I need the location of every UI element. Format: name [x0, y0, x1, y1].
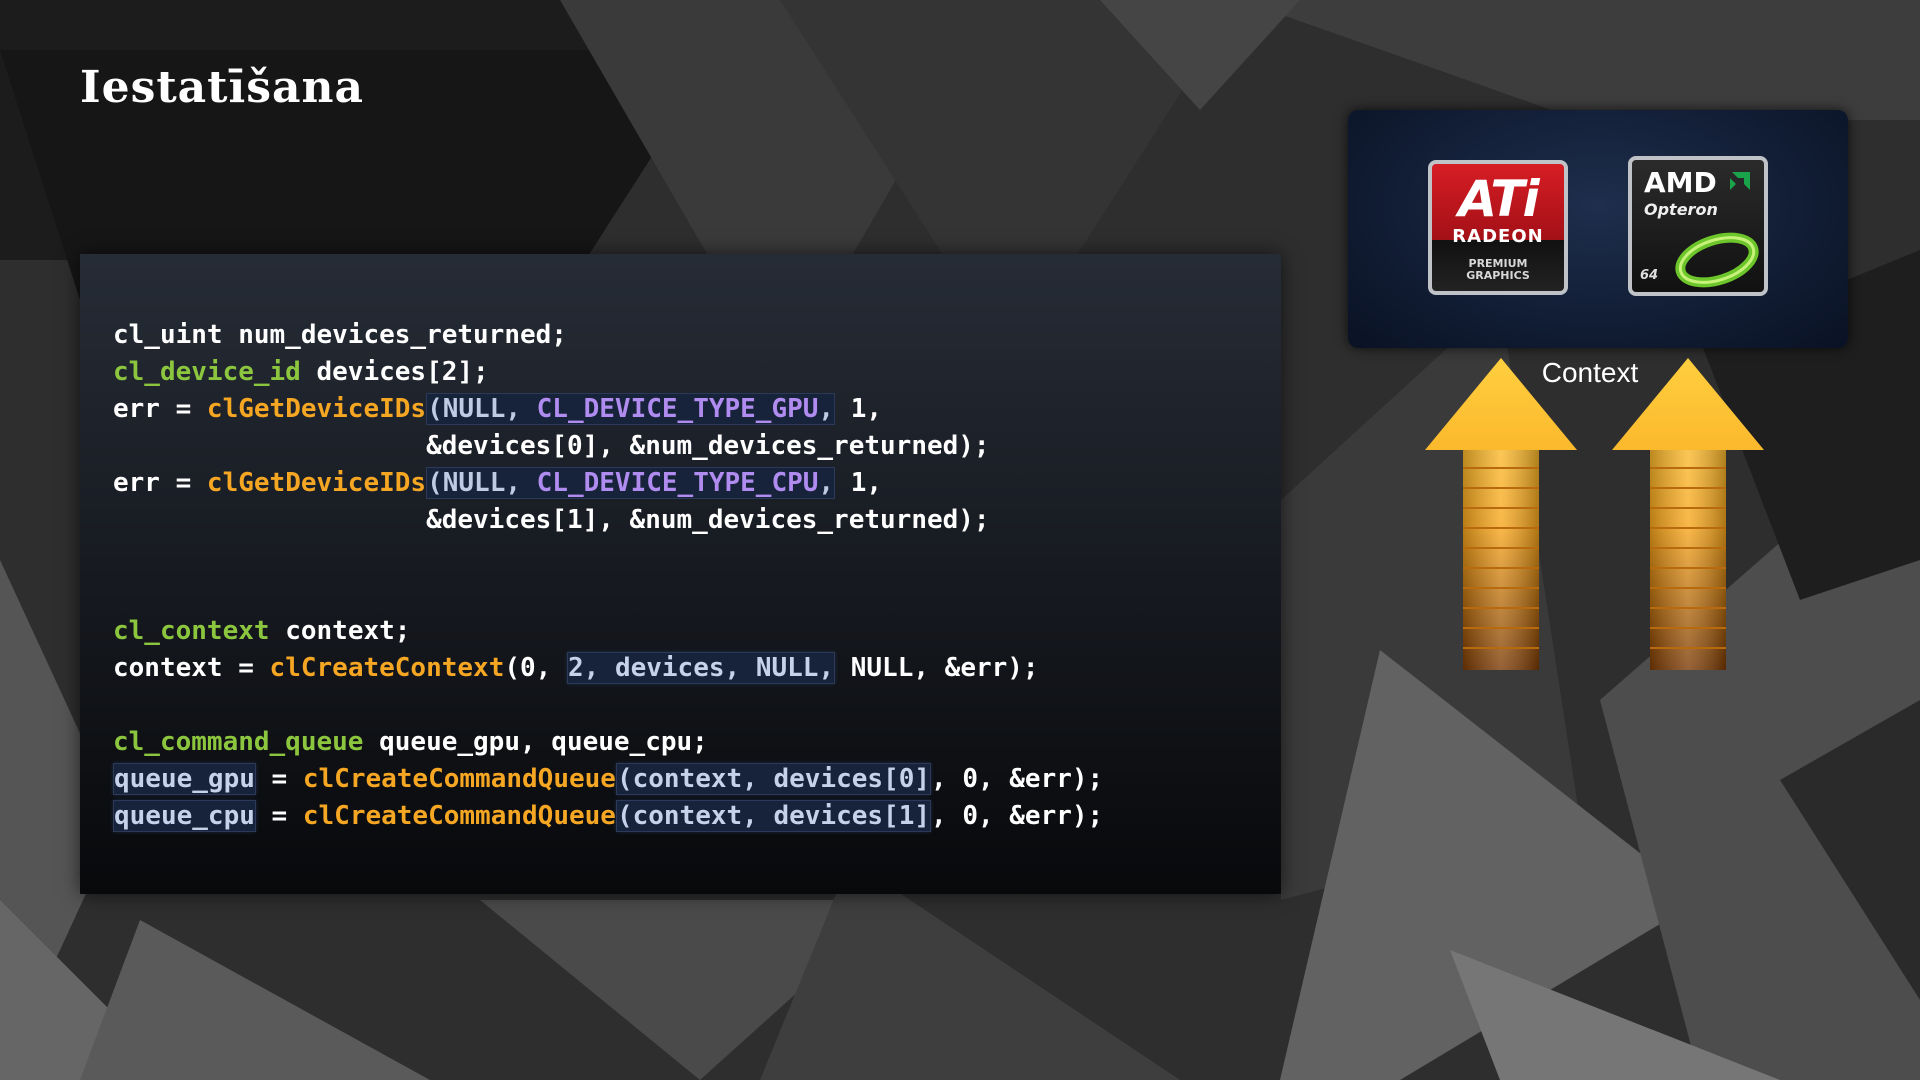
function-name: clCreateCommandQueue: [302, 801, 616, 831]
type-keyword: cl_command_queue: [113, 727, 364, 757]
amd-opteron-logo: AMD Opteron 64: [1628, 156, 1768, 296]
opteron-product-text: Opteron: [1644, 200, 1718, 219]
code-line: queue_cpu = clCreateCommandQueue(context…: [113, 800, 1103, 832]
code-line: &devices[1], &num_devices_returned);: [113, 505, 990, 535]
type-keyword: cl_device_id: [113, 357, 301, 387]
code-text: err =: [113, 394, 207, 424]
tagline-line: GRAPHICS: [1466, 269, 1530, 282]
premium-graphics-text: PREMIUM GRAPHICS: [1432, 258, 1564, 282]
code-block: cl_uint num_devices_returned; cl_device_…: [113, 317, 1103, 835]
type-keyword: cl_context: [113, 616, 270, 646]
code-line: cl_uint num_devices_returned;: [113, 320, 567, 350]
code-line: cl_command_queue queue_gpu, queue_cpu;: [113, 727, 708, 757]
code-text: context =: [113, 653, 270, 683]
highlighted-args: (context, devices[0]: [615, 763, 932, 795]
highlighted-args: (context, devices[1]: [615, 800, 932, 832]
amd-brand-text: AMD: [1644, 166, 1717, 199]
code-line: &devices[0], &num_devices_returned);: [113, 431, 990, 461]
code-line: context = clCreateContext(0, 2, devices,…: [113, 652, 1039, 684]
highlighted-variable: queue_cpu: [113, 800, 256, 832]
code-text: NULL,: [442, 468, 537, 498]
code-text: NULL, &err);: [835, 653, 1039, 683]
code-text: (: [427, 468, 443, 498]
code-text: ,: [818, 468, 835, 498]
highlighted-variable: queue_gpu: [113, 763, 256, 795]
device-logo-panel: ATi RADEON PREMIUM GRAPHICS AMD Opteron 6…: [1348, 110, 1848, 348]
code-line: cl_device_id devices[2];: [113, 357, 489, 387]
up-arrow-icon: [1612, 358, 1764, 670]
code-text: (: [427, 394, 443, 424]
code-text: , 0, &err);: [931, 801, 1104, 831]
code-text: queue_gpu, queue_cpu;: [363, 727, 708, 757]
function-name: clCreateContext: [269, 653, 505, 683]
constant-name: CL_DEVICE_TYPE_CPU: [536, 468, 819, 498]
code-text: NULL,: [442, 394, 537, 424]
constant-name: CL_DEVICE_TYPE_GPU: [536, 394, 819, 424]
code-text: =: [255, 764, 303, 794]
code-text: , 0, &err);: [931, 764, 1104, 794]
code-text: devices[2];: [300, 357, 489, 387]
radeon-product-text: RADEON: [1452, 226, 1544, 247]
highlighted-args: 2, devices, NULL,: [566, 652, 836, 684]
code-line: err = clGetDeviceIDs(NULL, CL_DEVICE_TYP…: [113, 393, 882, 425]
function-name: clGetDeviceIDs: [206, 468, 427, 498]
code-text: (0,: [504, 653, 567, 683]
ati-brand-text: ATi: [1458, 170, 1539, 228]
code-line: err = clGetDeviceIDs(NULL, CL_DEVICE_TYP…: [113, 467, 882, 499]
function-name: clCreateCommandQueue: [302, 764, 616, 794]
opteron-swirl-icon: [1675, 232, 1759, 288]
code-panel: cl_uint num_devices_returned; cl_device_…: [80, 254, 1281, 894]
code-text: ,: [818, 394, 835, 424]
ati-radeon-logo: ATi RADEON PREMIUM GRAPHICS: [1428, 160, 1568, 295]
code-text: context;: [269, 616, 411, 646]
amd-arrow-icon: [1730, 172, 1750, 190]
highlighted-args: (NULL, CL_DEVICE_TYPE_GPU,: [426, 393, 836, 425]
code-text: 1,: [835, 468, 883, 498]
slide-title: Iestatīšana: [80, 62, 365, 113]
code-line: cl_context context;: [113, 616, 410, 646]
function-name: clGetDeviceIDs: [206, 394, 427, 424]
up-arrow-icon: [1425, 358, 1577, 670]
code-text: err =: [113, 468, 207, 498]
code-text: 1,: [835, 394, 883, 424]
code-line: queue_gpu = clCreateCommandQueue(context…: [113, 763, 1103, 795]
amd-64-text: 64: [1640, 268, 1659, 283]
highlighted-args: (NULL, CL_DEVICE_TYPE_CPU,: [426, 467, 836, 499]
code-text: =: [255, 801, 303, 831]
